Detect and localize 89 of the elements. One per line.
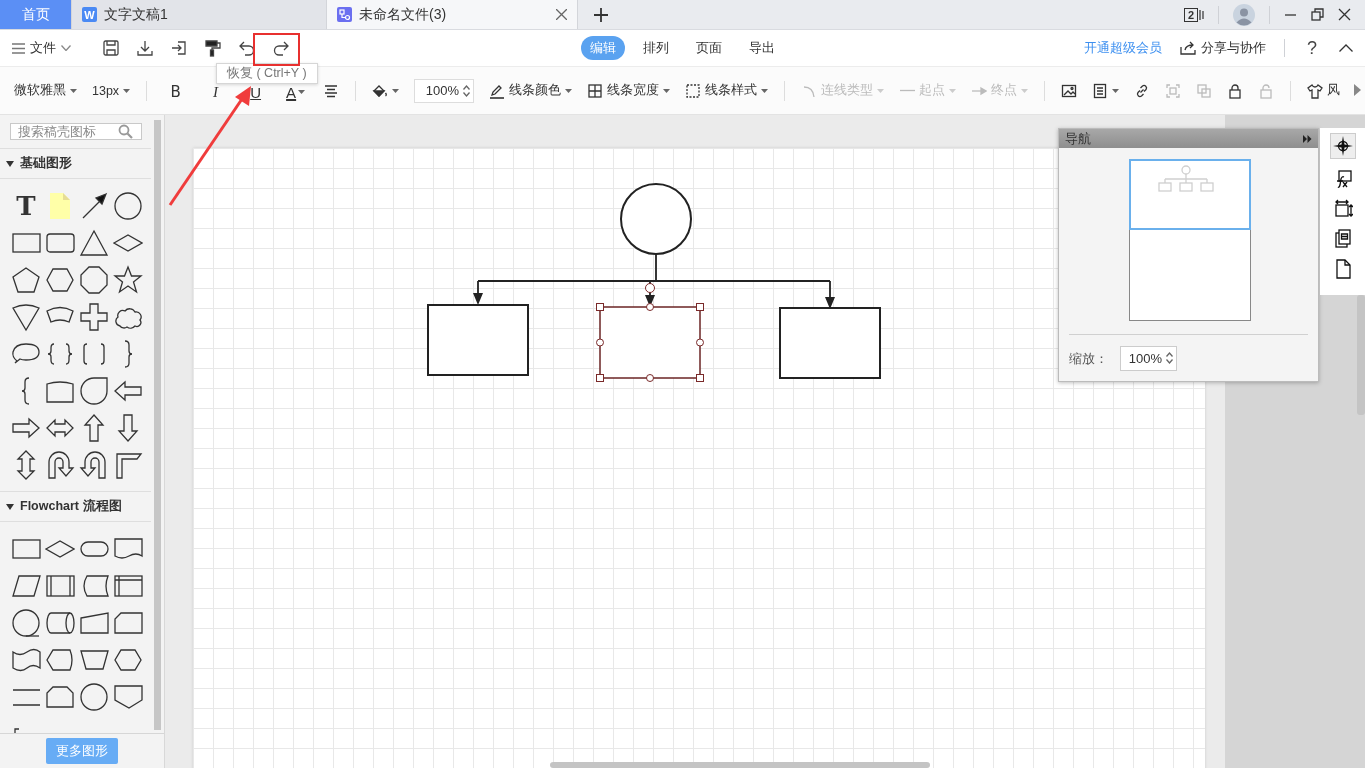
caret-icon [949,88,957,93]
spinner-arrows-icon[interactable] [463,84,471,97]
upgrade-link[interactable]: 开通超级会员 [1084,39,1162,57]
scrollbar[interactable] [550,762,930,768]
u-turn-arrow-icon[interactable] [45,449,75,480]
download-icon[interactable] [135,38,155,58]
toolbar-button[interactable]: 线条颜色 [485,79,577,102]
font-size-dropdown[interactable]: 13px [88,80,135,101]
navigator-button[interactable] [1329,133,1356,159]
zoom-field[interactable]: 100% [1120,346,1177,371]
section-header[interactable]: 基础图形 [0,148,152,179]
connector[interactable] [473,253,835,309]
plus-icon[interactable] [594,7,608,22]
octagon-icon[interactable] [79,264,109,295]
mode-tab[interactable]: 页面 [687,36,731,60]
circle-node[interactable] [620,183,692,255]
image-icon[interactable] [1061,82,1078,99]
search-icon[interactable] [118,124,133,139]
caret-icon [761,88,769,93]
lock-icon[interactable] [1227,82,1244,99]
resize-icon[interactable] [1332,199,1353,219]
tailed-circle-icon[interactable] [11,607,41,638]
panel-title: 导航 [1065,129,1091,148]
font-dropdown[interactable]: 微软雅黑 [10,79,81,102]
align-icon[interactable] [323,82,340,99]
selection-handles[interactable] [596,283,704,382]
toolbar-button[interactable]: 线条样式 [681,79,773,102]
section-header[interactable]: Flowchart 流程图 [0,491,152,522]
share-button[interactable]: 分享与协作 [1180,39,1266,57]
file-menu[interactable]: 文件 [8,37,75,59]
document-app-icon: W [82,7,97,22]
line-icon [899,89,916,92]
rectangle-node[interactable] [599,306,701,379]
caret-icon [298,90,306,94]
highlight-frame [253,33,300,66]
caret-icon [392,88,400,93]
diagram-app-icon [337,7,352,22]
caret-icon [565,88,573,93]
avatar[interactable] [1233,3,1255,26]
cross-icon[interactable] [79,301,109,332]
arrow-into-box-icon[interactable] [169,38,189,58]
grid-icon [587,82,604,99]
scrollbar[interactable] [1357,295,1365,415]
search-field[interactable]: 搜索稿壳图标 [10,123,142,140]
cone-icon[interactable] [11,301,41,332]
tab[interactable]: W 文字文稿1 [72,0,327,29]
zoom-label: 缩放： [1069,349,1108,368]
caret-icon [123,88,131,93]
caret-icon [1021,88,1029,93]
text-tool[interactable]: T [16,192,36,219]
rectangle-node[interactable] [779,307,881,379]
tab[interactable]: 未命名文件(3) [327,0,578,29]
shirt-icon [1307,82,1324,99]
minimap-drawing [1158,163,1216,193]
mode-tab[interactable]: 排列 [634,36,678,60]
tooltip: 恢复 ( Ctrl+Y ) [216,63,318,84]
toolbar-button[interactable]: 风 [1303,79,1345,102]
close-icon[interactable] [1338,8,1351,21]
bold-button[interactable]: B [159,77,193,104]
spinner-arrows-icon[interactable] [1166,352,1173,364]
rectangle-node[interactable] [427,304,529,376]
pages-icon[interactable] [1332,229,1353,249]
chevron-down-icon [61,45,71,51]
double-chevron-icon[interactable] [1303,134,1312,143]
star-icon[interactable] [113,264,143,295]
close-icon[interactable] [556,9,567,20]
collapse-icon[interactable] [1339,44,1353,52]
circle-icon[interactable] [79,681,109,712]
circle-icon[interactable] [113,190,143,221]
scrollbar[interactable] [154,120,162,730]
restore-icon[interactable] [1311,8,1324,21]
u-turn-arrow-icon[interactable] [79,449,109,480]
paint-roller-icon[interactable] [203,38,223,58]
scroll-right-icon[interactable] [1353,84,1361,96]
help-button[interactable]: ? [1303,37,1321,59]
share-icon [1180,41,1196,55]
document-icon[interactable] [1092,82,1109,99]
caret-icon [877,88,885,93]
caret-icon [70,88,77,93]
opacity-field[interactable]: 100% [414,78,475,103]
mode-tab[interactable]: 导出 [740,36,784,60]
caret-icon [663,88,671,93]
menu-icon [12,42,25,54]
caret-icon [1112,88,1120,93]
save-icon[interactable] [101,38,121,58]
toolbar-button[interactable]: 线条宽度 [583,79,675,102]
drop-icon[interactable] [79,375,109,406]
tab-list-icon [1199,8,1204,21]
dashed-square-icon [685,82,702,99]
